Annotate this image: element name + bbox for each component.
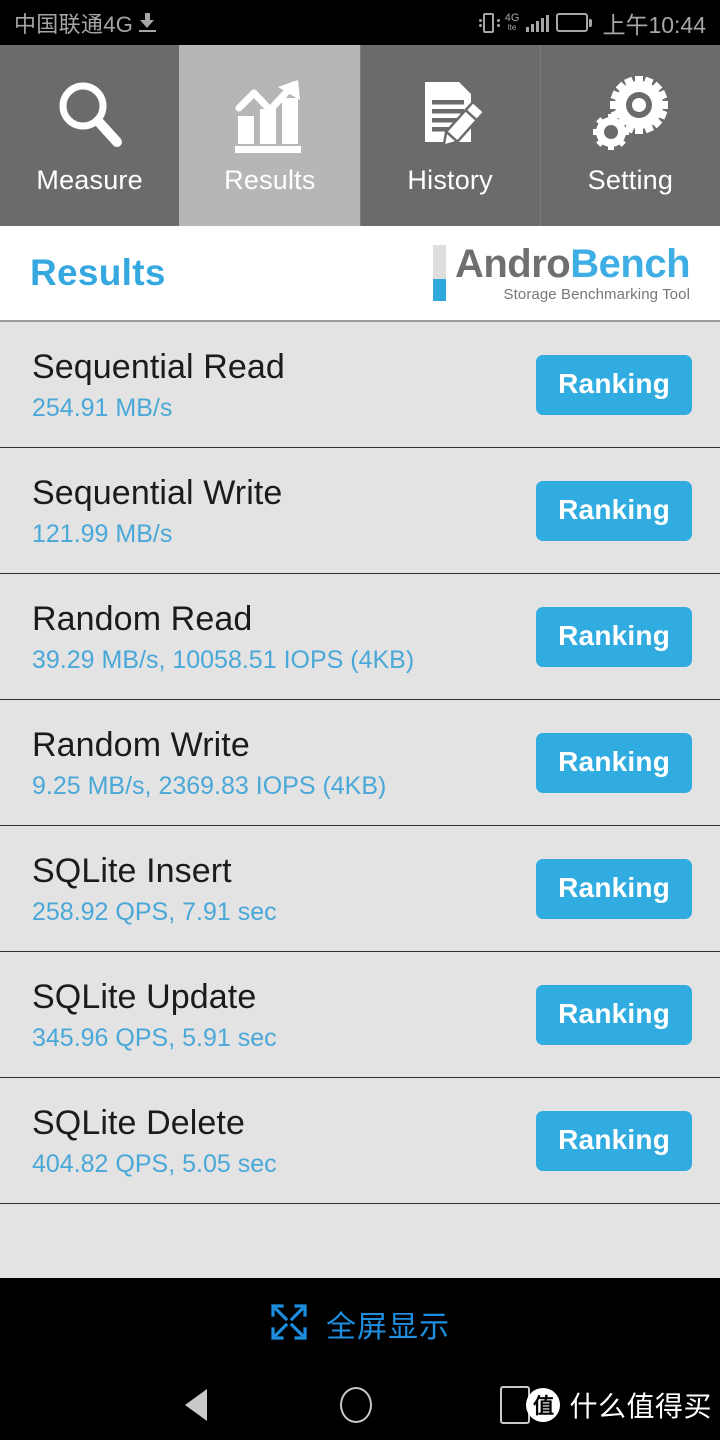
magnifier-icon xyxy=(51,75,129,155)
logo-wordmark: AndroBench xyxy=(454,241,691,286)
result-value: 404.82 QPS, 5.05 sec xyxy=(32,1150,277,1178)
ranking-button[interactable]: Ranking xyxy=(536,480,692,541)
ranking-button[interactable]: Ranking xyxy=(536,606,692,667)
ranking-button[interactable]: Ranking xyxy=(536,732,692,793)
status-bar-left: 中国联通4G xyxy=(14,7,157,39)
tab-setting[interactable]: Setting xyxy=(539,45,720,226)
download-icon xyxy=(139,13,157,32)
result-title: Sequential Read xyxy=(32,348,285,386)
result-title: SQLite Delete xyxy=(32,1104,245,1142)
ranking-button[interactable]: Ranking xyxy=(536,984,692,1045)
result-value: 121.99 MB/s xyxy=(32,520,173,548)
tab-bar: Measure Results History Setting xyxy=(0,45,720,226)
result-title: Random Read xyxy=(32,600,253,638)
tab-label-results: Results xyxy=(224,165,316,195)
home-circle-icon[interactable] xyxy=(340,1387,372,1423)
back-triangle-icon[interactable] xyxy=(185,1389,207,1421)
result-value: 254.91 MB/s xyxy=(32,394,173,422)
document-pencil-icon xyxy=(411,75,489,155)
result-info: SQLite Update 345.96 QPS, 5.91 sec xyxy=(32,977,277,1052)
ranking-button[interactable]: Ranking xyxy=(536,1110,692,1171)
tab-measure[interactable]: Measure xyxy=(0,45,180,226)
status-bar-right: 4G lte 上午10:44 xyxy=(478,6,706,40)
result-info: SQLite Insert 258.92 QPS, 7.91 sec xyxy=(32,851,277,926)
list-empty-space xyxy=(0,1204,720,1278)
androbench-logo: AndroBench Storage Benchmarking Tool xyxy=(432,241,691,303)
signal-bars-icon xyxy=(526,13,550,32)
logo-text: AndroBench Storage Benchmarking Tool xyxy=(454,241,691,303)
logo-word-andro: Andro xyxy=(454,241,571,286)
result-title: Sequential Write xyxy=(32,474,283,512)
result-title: Random Write xyxy=(32,726,250,764)
fullscreen-label: 全屏显示 xyxy=(326,1311,450,1344)
table-row[interactable]: Sequential Read 254.91 MB/s Ranking xyxy=(0,322,720,448)
network-type-icon: 4G lte xyxy=(504,11,520,33)
table-row[interactable]: Random Write 9.25 MB/s, 2369.83 IOPS (4K… xyxy=(0,700,720,826)
result-info: Random Write 9.25 MB/s, 2369.83 IOPS (4K… xyxy=(32,725,386,800)
table-row[interactable]: SQLite Insert 258.92 QPS, 7.91 sec Ranki… xyxy=(0,826,720,952)
results-list: Sequential Read 254.91 MB/s Ranking Sequ… xyxy=(0,322,720,1278)
logo-bar-mark xyxy=(432,245,446,301)
watermark-label: 什么值得买 xyxy=(569,1391,712,1422)
tab-label-history: History xyxy=(407,165,493,195)
carrier-label: 中国联通4G xyxy=(14,11,134,37)
ranking-button[interactable]: Ranking xyxy=(536,858,692,919)
result-info: SQLite Delete 404.82 QPS, 5.05 sec xyxy=(32,1103,277,1178)
result-value: 258.92 QPS, 7.91 sec xyxy=(32,898,277,926)
result-value: 39.29 MB/s, 10058.51 IOPS (4KB) xyxy=(32,646,415,674)
bar-chart-trend-icon xyxy=(230,75,310,155)
result-title: SQLite Update xyxy=(32,978,257,1016)
expand-arrows-icon xyxy=(270,1303,308,1346)
result-title: SQLite Insert xyxy=(32,852,232,890)
page-header: Results AndroBench Storage Benchmarking … xyxy=(0,226,720,322)
table-row[interactable]: Sequential Write 121.99 MB/s Ranking xyxy=(0,448,720,574)
result-info: Sequential Read 254.91 MB/s xyxy=(32,347,285,422)
ranking-button[interactable]: Ranking xyxy=(536,354,692,415)
network-type-sub: lte xyxy=(507,22,517,32)
phone-screen: 中国联通4G 4G lte 上午10:44 Measure Results Hi… xyxy=(0,0,720,1440)
table-row[interactable]: Random Read 39.29 MB/s, 10058.51 IOPS (4… xyxy=(0,574,720,700)
android-nav-bar: 值 什么值得买 xyxy=(0,1370,720,1440)
network-type-label: 4G xyxy=(504,11,520,24)
gears-icon xyxy=(589,75,671,155)
tab-history[interactable]: History xyxy=(359,45,540,226)
table-row[interactable]: SQLite Delete 404.82 QPS, 5.05 sec Ranki… xyxy=(0,1078,720,1204)
watermark: 值 什么值得买 xyxy=(526,1385,712,1425)
result-value: 9.25 MB/s, 2369.83 IOPS (4KB) xyxy=(32,772,387,800)
tab-label-setting: Setting xyxy=(587,165,674,195)
tab-results[interactable]: Results xyxy=(179,45,360,226)
clock-label: 上午10:44 xyxy=(602,11,706,38)
result-info: Random Read 39.29 MB/s, 10058.51 IOPS (4… xyxy=(32,599,414,674)
vibrate-icon xyxy=(478,12,500,34)
result-value: 345.96 QPS, 5.91 sec xyxy=(32,1024,277,1052)
status-bar: 中国联通4G 4G lte 上午10:44 xyxy=(0,0,720,45)
logo-word-bench: Bench xyxy=(570,241,690,286)
page-title: Results xyxy=(30,252,166,293)
logo-tagline: Storage Benchmarking Tool xyxy=(503,285,690,303)
tab-label-measure: Measure xyxy=(36,165,143,195)
battery-icon xyxy=(556,13,593,33)
watermark-logo: 值 xyxy=(526,1388,561,1422)
fullscreen-bar[interactable]: 全屏显示 xyxy=(0,1278,720,1370)
table-row[interactable]: SQLite Update 345.96 QPS, 5.91 sec Ranki… xyxy=(0,952,720,1078)
result-info: Sequential Write 121.99 MB/s xyxy=(32,473,282,548)
